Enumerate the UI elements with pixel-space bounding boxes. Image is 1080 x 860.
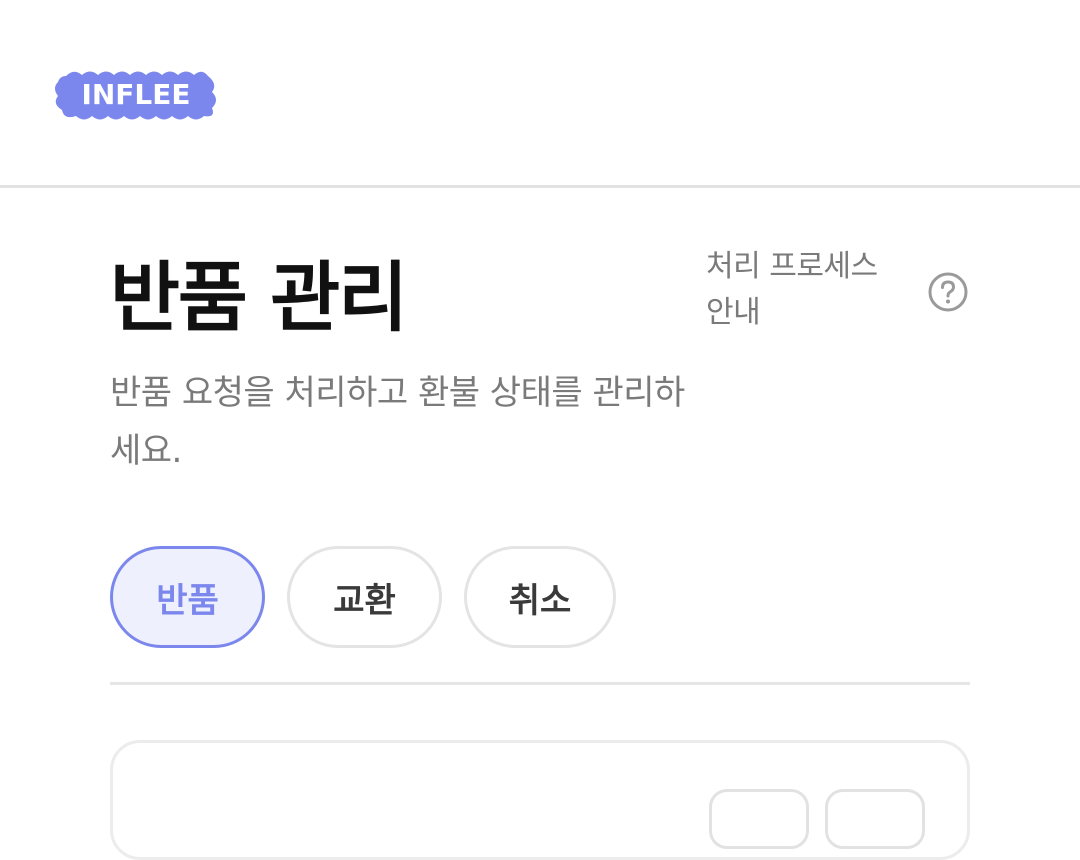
process-guide-link[interactable]: 처리 프로세스 안내 [706, 244, 896, 336]
logo-badge-shape: INFLEE [55, 71, 216, 120]
return-type-tabs: 반품 교환 취소 [110, 546, 616, 648]
card-action-button-2[interactable] [825, 789, 925, 849]
card-action-button-1[interactable] [709, 789, 809, 849]
page-title: 반품 관리 [110, 253, 408, 342]
inflee-logo[interactable]: INFLEE [52, 66, 220, 124]
return-request-card [110, 740, 970, 860]
tab-cancel[interactable]: 취소 [464, 546, 616, 648]
logo-text: INFLEE [81, 78, 190, 111]
section-divider [110, 682, 970, 685]
tab-exchange[interactable]: 교환 [287, 546, 442, 648]
question-circle-icon[interactable] [927, 271, 969, 313]
page-subtitle: 반품 요청을 처리하고 환불 상태를 관리하세요. [110, 373, 685, 471]
tab-return[interactable]: 반품 [110, 546, 265, 648]
top-header: INFLEE [0, 0, 1080, 188]
